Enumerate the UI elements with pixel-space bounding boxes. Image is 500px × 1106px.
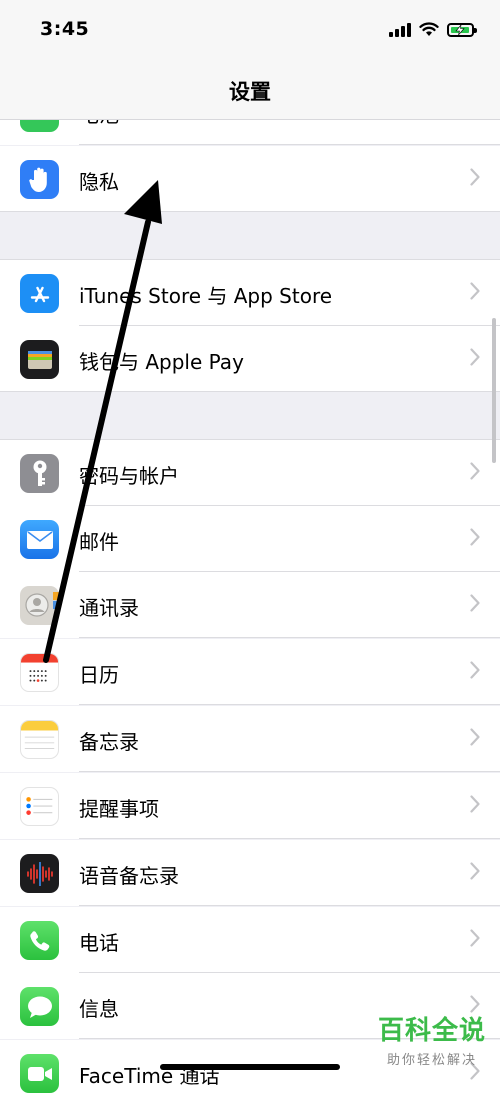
home-indicator[interactable]	[160, 1064, 340, 1070]
row-label: 通讯录	[79, 596, 139, 620]
status-time: 3:45	[40, 18, 90, 40]
row-label: 信息	[79, 997, 119, 1021]
page-title: 设置	[229, 80, 271, 104]
chevron-right-icon	[470, 795, 480, 813]
status-icons	[389, 22, 477, 37]
row-label: 电话	[79, 931, 119, 955]
settings-row-notes[interactable]: 备忘录	[0, 706, 500, 772]
status-bar: 3:45	[0, 0, 500, 62]
phone-icon	[20, 921, 59, 960]
watermark-main-text: 百科全说	[377, 1016, 486, 1046]
app-store-icon	[20, 274, 59, 313]
chevron-right-icon	[470, 168, 480, 186]
row-label: 语音备忘录	[79, 864, 179, 888]
notes-icon	[20, 720, 59, 759]
chevron-right-icon	[470, 462, 480, 480]
calendar-icon	[20, 653, 59, 692]
scroll-indicator[interactable]	[492, 318, 496, 463]
reminders-icon	[20, 787, 59, 826]
voice-memos-icon	[20, 854, 59, 893]
settings-row-passwords[interactable]: 密码与帐户	[0, 440, 500, 506]
navigation-bar: 设置	[0, 62, 500, 120]
wifi-icon	[419, 22, 439, 36]
messages-icon	[20, 987, 59, 1026]
wallet-icon	[20, 340, 59, 379]
chevron-right-icon	[470, 528, 480, 546]
watermark-logo: 百科全说 助你轻松解决	[378, 1010, 486, 1068]
chevron-right-icon	[470, 348, 480, 366]
watermark-sub-text: 助你轻松解决	[386, 1053, 477, 1068]
chevron-right-icon	[470, 594, 480, 612]
privacy-hand-icon	[20, 160, 59, 199]
chevron-right-icon	[470, 862, 480, 880]
mail-icon	[20, 520, 59, 559]
cellular-signal-icon	[389, 22, 411, 37]
row-label: iTunes Store 与 App Store	[79, 284, 333, 308]
key-icon	[20, 454, 59, 493]
row-label: 隐私	[79, 170, 119, 194]
settings-row-app-store[interactable]: iTunes Store 与 App Store	[0, 260, 500, 326]
facetime-icon	[20, 1054, 59, 1093]
settings-row-reminders[interactable]: 提醒事项	[0, 773, 500, 839]
row-label: 密码与帐户	[79, 464, 179, 488]
settings-row-wallet[interactable]: 钱包与 Apple Pay	[0, 326, 500, 392]
row-label: 钱包与 Apple Pay	[79, 350, 244, 374]
row-label: 备忘录	[79, 730, 139, 754]
chevron-right-icon	[470, 929, 480, 947]
contacts-icon	[20, 586, 59, 625]
settings-row-privacy[interactable]: 隐私	[0, 146, 500, 212]
settings-row-voice-memos[interactable]: 语音备忘录	[0, 840, 500, 906]
settings-row-mail[interactable]: 邮件	[0, 506, 500, 572]
chevron-right-icon	[470, 282, 480, 300]
settings-row-phone[interactable]: 电话	[0, 907, 500, 973]
row-label: 日历	[79, 663, 119, 687]
settings-row-calendar[interactable]: 日历	[0, 639, 500, 705]
battery-charging-icon	[447, 22, 477, 37]
settings-row-contacts[interactable]: 通讯录	[0, 572, 500, 638]
chevron-right-icon	[470, 661, 480, 679]
row-label: 邮件	[79, 530, 119, 554]
chevron-right-icon	[470, 728, 480, 746]
row-label: 提醒事项	[79, 797, 159, 821]
